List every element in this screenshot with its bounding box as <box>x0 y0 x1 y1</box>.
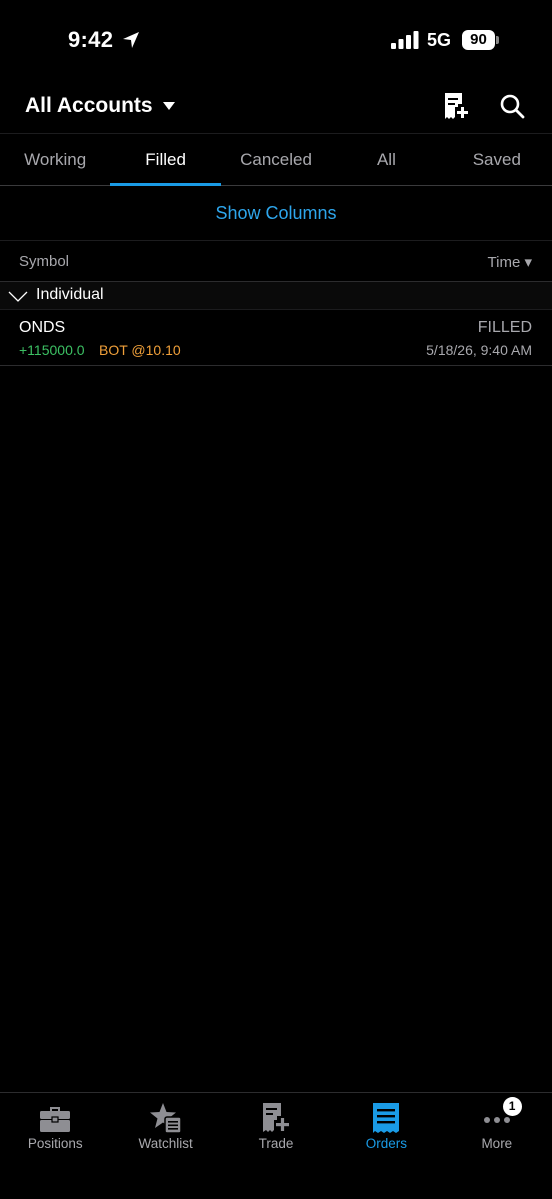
order-quantity: +115000.0 <box>19 342 85 358</box>
cellular-signal-icon <box>391 31 419 49</box>
order-time: 5/18/26, 9:40 AM <box>426 342 532 358</box>
notification-badge: 1 <box>502 1097 522 1116</box>
column-time-sort[interactable]: Time ▾ <box>488 253 532 271</box>
orders-screen: 9:42 5G 90 All Accounts Working Filled C… <box>0 0 552 1199</box>
nav-more[interactable]: 1 More <box>442 1093 552 1199</box>
orders-icon <box>373 1103 400 1133</box>
order-status: FILLED <box>477 319 532 336</box>
search-icon[interactable] <box>500 94 525 119</box>
order-tabs: Working Filled Canceled All Saved <box>0 134 552 186</box>
nav-watchlist[interactable]: Watchlist <box>110 1093 220 1199</box>
trade-icon <box>263 1103 290 1132</box>
tab-saved[interactable]: Saved <box>442 134 552 185</box>
tab-canceled[interactable]: Canceled <box>221 134 331 185</box>
nav-label: More <box>481 1136 513 1151</box>
location-arrow-icon <box>123 32 139 48</box>
nav-label: Positions <box>27 1136 83 1151</box>
nav-label: Trade <box>258 1136 294 1151</box>
tab-filled[interactable]: Filled <box>110 134 222 186</box>
account-title: All Accounts <box>25 94 153 117</box>
battery-level: 90 <box>462 30 495 50</box>
briefcase-icon <box>40 1107 71 1132</box>
group-label: Individual <box>36 286 104 303</box>
star-list-icon <box>149 1103 182 1134</box>
status-time: 9:42 <box>68 27 114 52</box>
nav-label: Watchlist <box>138 1136 193 1151</box>
nav-positions[interactable]: Positions <box>0 1093 110 1199</box>
column-header: Symbol Time ▾ <box>0 241 552 282</box>
nav-trade[interactable]: Trade <box>221 1093 331 1199</box>
header: All Accounts <box>0 80 552 134</box>
tab-all[interactable]: All <box>331 134 441 185</box>
bottom-nav: Positions Watchlist Trade Orders 1 More <box>0 1092 552 1199</box>
nav-orders[interactable]: Orders <box>331 1093 441 1199</box>
new-order-icon[interactable] <box>443 92 469 120</box>
network-label: 5G <box>427 30 452 50</box>
caret-down-icon <box>162 102 175 110</box>
battery-icon: 90 <box>462 30 499 50</box>
table-row[interactable]: ONDS FILLED +115000.0 BOT @10.10 5/18/26… <box>0 310 552 366</box>
tab-working[interactable]: Working <box>0 134 110 185</box>
nav-label: Orders <box>365 1136 408 1151</box>
chevron-down-icon <box>8 291 28 302</box>
status-bar: 9:42 5G 90 <box>0 0 552 80</box>
account-selector[interactable]: All Accounts <box>25 92 175 120</box>
order-symbol: ONDS <box>19 319 66 336</box>
group-header-individual[interactable]: Individual <box>0 282 552 310</box>
column-symbol: Symbol <box>19 253 70 270</box>
order-action: BOT @10.10 <box>99 342 181 358</box>
show-columns-button[interactable]: Show Columns <box>0 186 552 241</box>
